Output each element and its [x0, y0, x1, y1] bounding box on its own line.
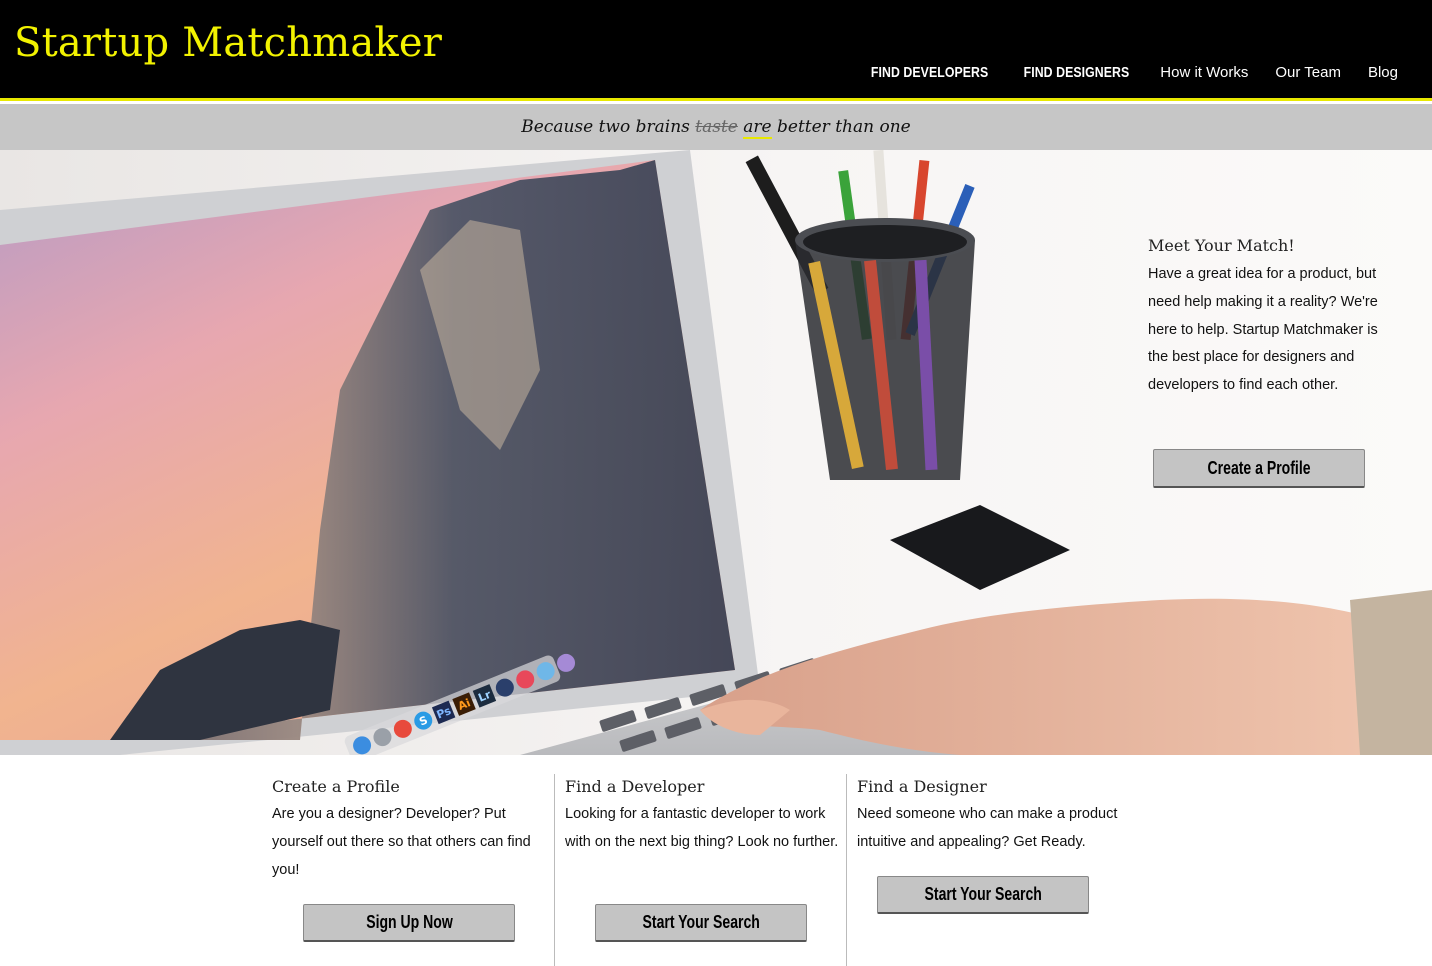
tagline: Because two brains taste are better than…: [521, 117, 911, 139]
feature-find-developer: Find a Developer Looking for a fantastic…: [554, 774, 846, 966]
feature-create-profile: Create a Profile Are you a designer? Dev…: [272, 774, 554, 966]
match-description: Have a great idea for a product, but nee…: [1148, 266, 1378, 394]
nav-find-designers[interactable]: FIND DESIGNERS: [1024, 64, 1130, 81]
start-designer-search-label: Start Your Search: [924, 884, 1042, 904]
tagline-struck-word: taste: [695, 117, 738, 137]
start-designer-search-button[interactable]: Start Your Search: [877, 876, 1089, 914]
site-logo[interactable]: Startup Matchmaker: [14, 20, 442, 66]
feature-title: Find a Designer: [857, 777, 987, 796]
feature-title: Create a Profile: [272, 777, 400, 796]
hero-section: S Ps Ai Lr Meet Your Match! Have a great…: [0, 150, 1432, 755]
feature-description: Need someone who can make a product intu…: [857, 806, 1118, 850]
feature-description: Are you a designer? Developer? Put yours…: [272, 806, 531, 878]
tagline-bar: Because two brains taste are better than…: [0, 104, 1432, 150]
nav-find-developers[interactable]: FIND DEVELOPERS: [871, 64, 988, 81]
meet-your-match-box: Meet Your Match! Have a great idea for a…: [1148, 236, 1388, 400]
create-profile-button[interactable]: Create a Profile: [1153, 449, 1365, 488]
site-header: Startup Matchmaker FIND DEVELOPERS FIND …: [0, 0, 1432, 101]
start-developer-search-label: Start Your Search: [642, 912, 760, 932]
tagline-underlined-word: are: [743, 117, 772, 139]
sign-up-now-label: Sign Up Now: [365, 912, 453, 932]
match-title: Meet Your Match!: [1148, 236, 1295, 255]
nav-our-team[interactable]: Our Team: [1275, 64, 1341, 81]
start-developer-search-button[interactable]: Start Your Search: [595, 904, 807, 942]
feature-columns: Create a Profile Are you a designer? Dev…: [258, 774, 1158, 966]
tagline-after: better than one: [777, 117, 911, 137]
nav-how-it-works[interactable]: How it Works: [1160, 64, 1248, 81]
feature-title: Find a Developer: [565, 777, 705, 796]
feature-find-designer: Find a Designer Need someone who can mak…: [846, 774, 1146, 966]
main-nav: FIND DEVELOPERS FIND DESIGNERS How it Wo…: [866, 64, 1398, 81]
create-profile-button-label: Create a Profile: [1207, 458, 1311, 478]
tagline-before: Because two brains: [521, 117, 690, 137]
nav-blog[interactable]: Blog: [1368, 64, 1398, 81]
sign-up-now-button[interactable]: Sign Up Now: [303, 904, 515, 942]
feature-description: Looking for a fantastic developer to wor…: [565, 806, 839, 850]
